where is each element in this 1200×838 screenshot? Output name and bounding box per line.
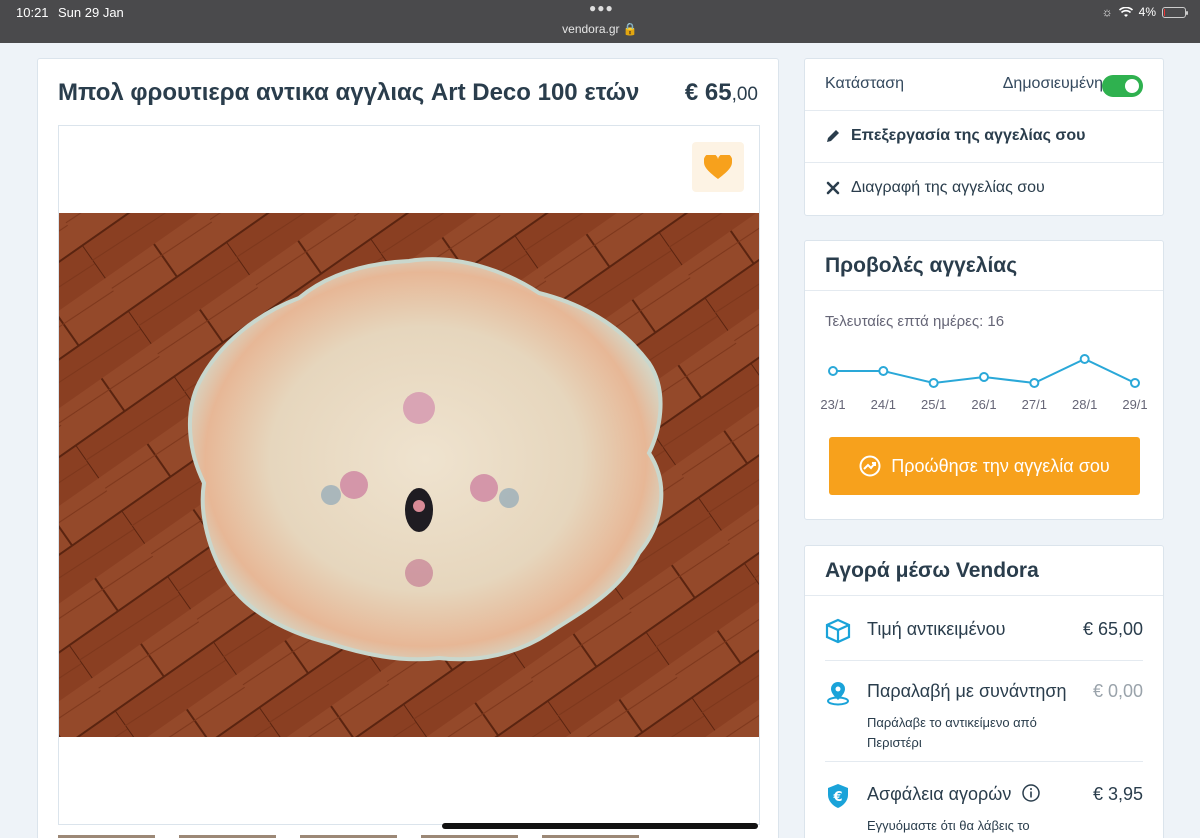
home-indicator[interactable] — [442, 823, 758, 829]
divider — [825, 660, 1143, 661]
pickup-row: Παραλαβή με συνάντηση € 0,00 Παράλαβε το… — [825, 681, 1143, 751]
date: Sun 29 Jan — [58, 5, 124, 20]
manage-listing-card: Κατάσταση Δημοσιευμένη Επεξεργασία της α… — [804, 58, 1164, 216]
buy-heading: Αγορά μέσω Vendora — [825, 559, 1039, 582]
clock: 10:21 — [16, 5, 49, 20]
views-point — [828, 366, 838, 376]
listing-views-card: Προβολές αγγελίας Τελευταίες επτά ημέρες… — [804, 240, 1164, 520]
url-text: vendora.gr — [562, 22, 620, 36]
status-value: Δημοσιευμένη — [1002, 75, 1103, 92]
heart-icon — [704, 154, 732, 179]
promote-label: Προώθησε την αγγελία σου — [891, 455, 1110, 476]
favorite-button[interactable] — [692, 142, 744, 192]
price-cents: ,00 — [731, 84, 758, 105]
insurance-subtext: Εγγυόμαστε ότι θα λάβεις το αντικείμενο … — [867, 818, 1030, 833]
listing-price: € 65,00 — [685, 79, 758, 107]
views-chart: 23/1 24/1 25/1 26/1 27/1 28/1 29/1 — [820, 354, 1148, 412]
close-icon — [826, 181, 840, 195]
listing-title: Μπολ φρουτιερα αντικα αγγλιας Art Deco 1… — [58, 79, 640, 106]
x-tick-label: 28/1 — [1072, 397, 1097, 412]
image-gallery[interactable] — [58, 125, 760, 825]
item-price-value: € 65,00 — [1082, 619, 1143, 639]
more-dots-icon[interactable]: ●●● — [589, 1, 614, 15]
views-point — [979, 372, 989, 382]
euro-shield-icon: € — [828, 784, 848, 808]
item-price-label: Τιμή αντικειμένου — [867, 619, 1006, 639]
do-not-disturb-icon: ☼ — [1101, 5, 1113, 19]
battery-icon — [1162, 6, 1188, 18]
last-seven-days: Τελευταίες επτά ημέρες: 16 — [825, 313, 1005, 330]
status-row: Κατάσταση Δημοσιευμένη — [805, 59, 1163, 111]
insurance-label-text: Ασφάλεια αγορών — [867, 784, 1012, 804]
pencil-icon — [827, 130, 839, 142]
product-photo[interactable] — [59, 213, 759, 737]
views-point — [1130, 378, 1140, 388]
item-price-row: Τιμή αντικειμένου € 65,00 — [825, 618, 1143, 649]
x-tick-label: 27/1 — [1022, 397, 1047, 412]
package-icon — [825, 618, 851, 644]
pickup-value: € 0,00 — [1092, 681, 1143, 701]
pickup-subtext: Παράλαβε το αντικείμενο από Περιστέρι — [867, 715, 1037, 750]
views-heading: Προβολές αγγελίας — [825, 254, 1018, 277]
delete-listing-label: Διαγραφή της αγγελίας σου — [851, 179, 1045, 196]
status-bar: 10:21 Sun 29 Jan ●●● vendora.gr 🔒 ☼ 4% — [0, 0, 1200, 43]
x-tick-label: 29/1 — [1122, 397, 1147, 412]
x-tick-label: 25/1 — [921, 397, 946, 412]
buy-header: Αγορά μέσω Vendora — [805, 546, 1163, 596]
insurance-label: Ασφάλεια αγορών — [867, 784, 1041, 805]
address-bar[interactable]: vendora.gr 🔒 — [0, 22, 1200, 36]
insurance-value: € 3,95 — [1092, 784, 1143, 804]
pickup-label: Παραλαβή με συνάντηση — [867, 681, 1067, 701]
views-point — [878, 366, 889, 376]
promote-button[interactable]: Προώθησε την αγγελία σου — [829, 437, 1140, 495]
x-tick-label: 23/1 — [820, 397, 845, 412]
views-point — [1079, 354, 1090, 364]
edit-listing-link[interactable]: Επεξεργασία της αγγελίας σου — [805, 111, 1163, 163]
publish-toggle[interactable] — [1102, 75, 1143, 97]
views-point — [1029, 378, 1040, 388]
x-tick-label: 26/1 — [971, 397, 996, 412]
buy-via-vendora-card: Αγορά μέσω Vendora Τιμή αντικειμένου € 6… — [804, 545, 1164, 838]
delete-listing-link[interactable]: Διαγραφή της αγγελίας σου — [805, 163, 1163, 215]
divider — [825, 761, 1143, 762]
lock-icon: 🔒 — [622, 22, 638, 36]
edit-listing-label: Επεξεργασία της αγγελίας σου — [851, 127, 1086, 144]
battery-percent: 4% — [1138, 5, 1156, 19]
listing-card: Μπολ φρουτιερα αντικα αγγλιας Art Deco 1… — [37, 58, 779, 838]
insurance-row: € Ασφάλεια αγορών € 3,95 Εγγυόμαστε ότι … — [825, 784, 1143, 838]
status-icons: ☼ 4% — [1101, 5, 1188, 19]
wifi-icon — [1118, 6, 1133, 17]
status-label: Κατάσταση — [825, 75, 905, 92]
trend-icon — [859, 455, 881, 477]
price-main: € 65 — [684, 79, 732, 106]
x-tick-label: 24/1 — [871, 397, 896, 412]
info-icon[interactable] — [1022, 784, 1041, 802]
views-point — [928, 378, 939, 388]
views-header: Προβολές αγγελίας — [805, 241, 1163, 291]
location-pin-icon — [827, 682, 849, 706]
svg-text:€: € — [832, 790, 842, 805]
